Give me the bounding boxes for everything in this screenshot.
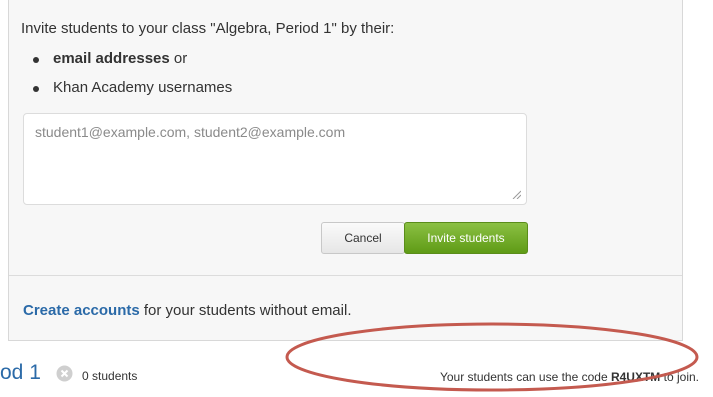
invite-option-username: Khan Academy usernames	[31, 77, 232, 106]
create-accounts-line: Create accounts for your students withou…	[23, 302, 351, 319]
class-code-prefix: Your students can use the code	[439, 370, 611, 384]
student-emails-textarea[interactable]: student1@example.com, student2@example.c…	[23, 113, 527, 205]
class-row: od 1 0 students Your students can use th…	[0, 353, 713, 397]
invite-option-username-label: Khan Academy usernames	[53, 79, 233, 96]
invite-option-email-rest: or	[169, 50, 188, 67]
textarea-placeholder: student1@example.com, student2@example.c…	[35, 124, 346, 140]
class-name-link[interactable]: od 1	[0, 361, 41, 385]
class-code: R4UXTM	[610, 370, 661, 384]
prompt-prefix: Invite students to your class "	[21, 20, 216, 37]
cancel-button[interactable]: Cancel	[321, 222, 405, 254]
invite-option-email: email addresses or	[31, 48, 232, 77]
student-count: 0 students	[82, 369, 138, 383]
class-code-text: Your students can use the code R4UXTM to…	[440, 370, 699, 384]
create-accounts-link[interactable]: Create accounts	[23, 302, 140, 319]
invite-options-list: email addresses or Khan Academy username…	[31, 48, 232, 106]
prompt-suffix: " by their:	[331, 20, 395, 37]
resize-grip-icon[interactable]	[511, 189, 521, 199]
invite-prompt: Invite students to your class "Algebra, …	[21, 20, 394, 37]
prompt-class-name: Algebra, Period 1	[215, 20, 332, 37]
create-accounts-text: for your students without email.	[139, 302, 352, 319]
panel-bottom-border	[8, 340, 683, 341]
invite-panel: Invite students to your class "Algebra, …	[8, 0, 683, 340]
invite-option-email-bold: email addresses	[53, 50, 170, 67]
class-code-suffix: to join.	[660, 370, 699, 384]
remove-icon[interactable]	[56, 365, 73, 382]
section-divider	[9, 275, 682, 276]
invite-students-button[interactable]: Invite students	[404, 222, 528, 254]
